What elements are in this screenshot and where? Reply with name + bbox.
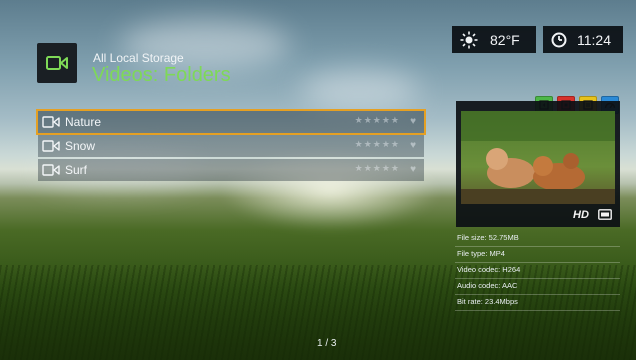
heart-icon: ♥: [410, 164, 416, 175]
video-codec: Video codec: H264: [455, 263, 620, 279]
heart-icon: ♥: [410, 116, 416, 127]
video-thumbnail: [461, 111, 615, 204]
sun-icon: [460, 31, 478, 48]
bit-rate: Bit rate: 23.4Mbps: [455, 295, 620, 311]
page-title: Videos: Folders: [92, 64, 231, 86]
folder-label: Surf: [65, 163, 88, 177]
folder-label: Nature: [65, 115, 102, 129]
folder-item-nature[interactable]: Nature ★★★★★ ♥: [36, 109, 426, 135]
temperature: 82°F: [490, 31, 520, 48]
folder-item-snow[interactable]: Snow ★★★★★ ♥: [38, 135, 424, 157]
file-info: File size: 52.75MB File type: MP4 Video …: [455, 231, 620, 311]
time: 11:24: [577, 31, 611, 48]
heart-icon: ♥: [410, 140, 416, 151]
folder-label: Snow: [65, 139, 96, 153]
videos-app-icon: [37, 43, 77, 83]
page-indicator: 1 / 3: [317, 338, 337, 349]
preview-panel: HD: [456, 101, 620, 227]
rating-stars: ★★★★★: [354, 139, 400, 149]
weather-widget: 82°F: [452, 26, 536, 53]
subtitle-icon: [598, 209, 612, 220]
clock-icon: [551, 32, 567, 47]
folder-item-surf[interactable]: Surf ★★★★★ ♥: [38, 159, 424, 181]
background-cloud: [300, 70, 420, 110]
hd-badge: HD: [573, 209, 589, 221]
audio-codec: Audio codec: AAC: [455, 279, 620, 295]
video-folder-icon: [42, 140, 60, 152]
video-folder-icon: [42, 164, 60, 176]
breadcrumb: All Local Storage: [93, 51, 184, 65]
file-type: File type: MP4: [455, 247, 620, 263]
clock-widget: 11:24: [543, 26, 623, 53]
file-size: File size: 52.75MB: [455, 231, 620, 247]
folder-list: Nature ★★★★★ ♥ Snow ★★★★★ ♥ Surf ★★★★★ ♥: [36, 109, 426, 183]
video-folder-icon: [42, 116, 60, 128]
rating-stars: ★★★★★: [354, 115, 400, 125]
video-camera-icon: [46, 56, 68, 70]
rating-stars: ★★★★★: [354, 163, 400, 173]
